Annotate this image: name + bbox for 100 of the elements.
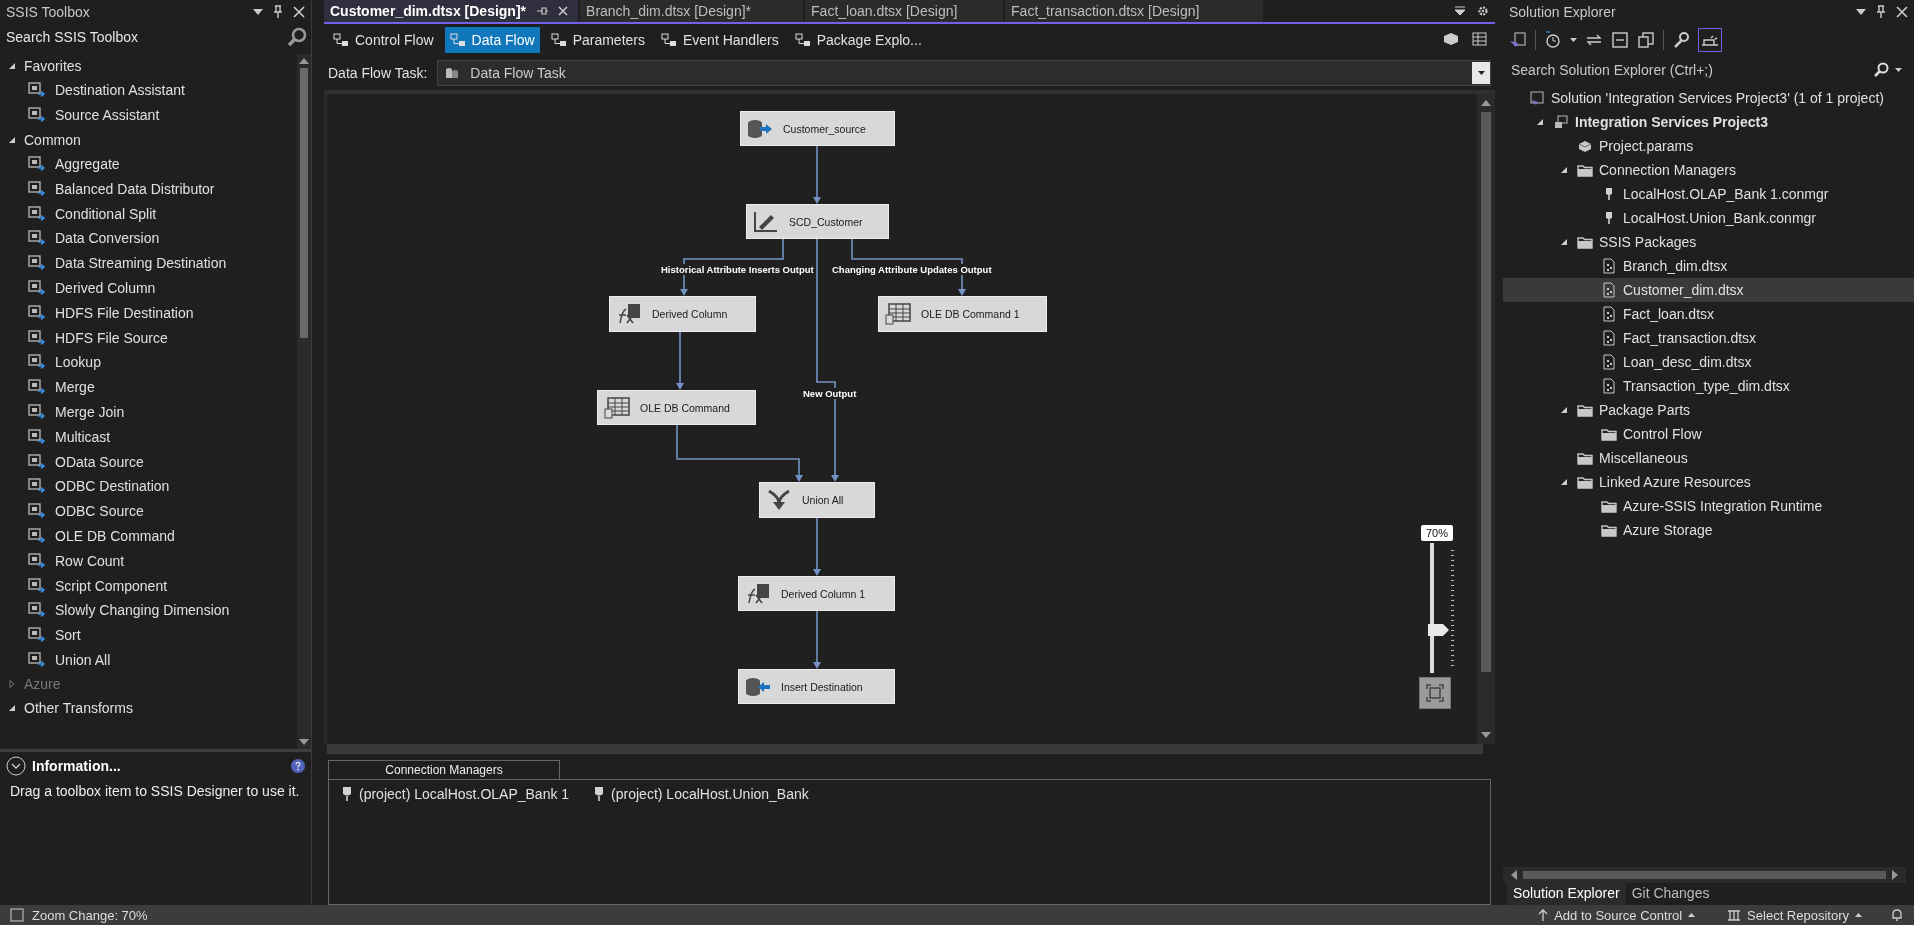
tree-item[interactable]: Project.params bbox=[1503, 134, 1914, 158]
expander-icon[interactable] bbox=[1560, 166, 1568, 174]
dropdown-icon[interactable] bbox=[1455, 6, 1465, 16]
status-button[interactable]: Select Repository bbox=[1723, 907, 1866, 923]
tree-item[interactable]: SSIS Packages bbox=[1503, 230, 1914, 254]
document-tab[interactable]: Customer_dim.dtsx [Design]* bbox=[324, 0, 579, 22]
toolbox-item[interactable]: HDFS File Source bbox=[8, 325, 297, 350]
task-node[interactable]: Derived Column bbox=[609, 296, 756, 332]
scroll-down-icon[interactable] bbox=[1481, 732, 1491, 738]
group-header[interactable]: Common bbox=[8, 127, 297, 152]
scroll-left-icon[interactable] bbox=[1511, 870, 1517, 880]
expander-icon[interactable] bbox=[1536, 118, 1544, 126]
scroll-up-icon[interactable] bbox=[1481, 100, 1491, 106]
status-button[interactable]: Add to Source Control bbox=[1534, 907, 1700, 923]
collapse-icon[interactable] bbox=[6, 756, 26, 776]
tree-item[interactable]: LocalHost.Union_Bank.conmgr bbox=[1503, 206, 1914, 230]
scrollbar[interactable] bbox=[327, 744, 1483, 754]
tree-item[interactable]: Miscellaneous bbox=[1503, 446, 1914, 470]
wrench-icon[interactable] bbox=[1672, 31, 1690, 49]
expander-icon[interactable] bbox=[1560, 406, 1568, 414]
grid-icon[interactable] bbox=[1471, 32, 1487, 48]
tree-item[interactable]: Solution 'Integration Services Project3' (1 of 1 project) bbox=[1503, 86, 1914, 110]
settings-icon[interactable] bbox=[1477, 5, 1489, 17]
help-icon[interactable] bbox=[291, 759, 305, 773]
tree-item[interactable]: Transaction_type_dim.dtsx bbox=[1503, 374, 1914, 398]
scroll-up-icon[interactable] bbox=[299, 58, 309, 64]
designer-tab[interactable]: Package Explo... bbox=[789, 27, 927, 53]
tree-item[interactable]: Fact_loan.dtsx bbox=[1503, 302, 1914, 326]
toolbox-item[interactable]: Derived Column bbox=[8, 275, 297, 301]
document-tab[interactable]: Branch_dim.dtsx [Design]* bbox=[580, 0, 804, 22]
panel-tab[interactable]: Git Changes bbox=[1625, 883, 1716, 905]
tree-item[interactable]: Control Flow bbox=[1503, 422, 1914, 446]
tree-item[interactable]: Branch_dim.dtsx bbox=[1503, 254, 1914, 278]
task-node[interactable]: OLE DB Command 1 bbox=[878, 296, 1047, 332]
toolbox-item[interactable]: OData Source bbox=[8, 449, 297, 474]
toolbox-item[interactable]: Destination Assistant bbox=[8, 78, 297, 103]
toolbox-item[interactable]: Aggregate bbox=[8, 151, 297, 177]
toolbox-item[interactable]: ODBC Source bbox=[8, 498, 297, 524]
search-icon[interactable] bbox=[287, 27, 307, 47]
toolbox-item[interactable]: Conditional Split bbox=[8, 201, 297, 226]
toolbox-item[interactable]: Merge bbox=[8, 374, 297, 400]
expander-icon[interactable] bbox=[8, 135, 16, 144]
dropdown-icon[interactable] bbox=[253, 8, 263, 16]
task-node[interactable]: Insert Destination bbox=[738, 669, 895, 704]
expander-icon[interactable] bbox=[8, 62, 16, 70]
preview-toggle[interactable] bbox=[1698, 28, 1722, 52]
expander-icon[interactable] bbox=[1560, 478, 1568, 486]
tree-item[interactable]: Linked Azure Resources bbox=[1503, 470, 1914, 494]
search-field[interactable]: Search Solution Explorer (Ctrl+;) bbox=[1509, 58, 1867, 82]
toolbox-item[interactable]: ODBC Destination bbox=[8, 473, 297, 499]
designer-tab[interactable]: Parameters bbox=[545, 27, 650, 53]
group-header[interactable]: Favorites bbox=[8, 54, 297, 78]
caret-icon[interactable] bbox=[1895, 68, 1902, 72]
close-icon[interactable] bbox=[293, 6, 305, 18]
task-dropdown[interactable]: Data Flow Task bbox=[437, 60, 1491, 86]
scroll-down-icon[interactable] bbox=[299, 739, 309, 745]
pin-icon[interactable] bbox=[536, 6, 549, 16]
caret-icon[interactable] bbox=[1570, 38, 1577, 42]
toolbox-item[interactable]: Union All bbox=[8, 647, 297, 673]
slider-thumb[interactable] bbox=[1428, 623, 1450, 638]
tree-item[interactable]: LocalHost.OLAP_Bank 1.conmgr bbox=[1503, 182, 1914, 206]
tree-item[interactable]: Package Parts bbox=[1503, 398, 1914, 422]
designer-tab[interactable]: Data Flow bbox=[444, 27, 540, 53]
designer-tab[interactable]: Control Flow bbox=[328, 27, 439, 53]
toolbox-item[interactable]: Source Assistant bbox=[8, 102, 297, 128]
panel-tab[interactable]: Connection Managers bbox=[328, 760, 560, 779]
task-node[interactable]: SCD_Customer bbox=[746, 204, 889, 239]
toolbox-item[interactable]: Slowly Changing Dimension bbox=[8, 597, 297, 623]
document-tab[interactable]: Fact_transaction.dtsx [Design] bbox=[1005, 0, 1264, 22]
task-node[interactable]: Derived Column 1 bbox=[738, 576, 895, 611]
scroll-thumb[interactable] bbox=[300, 68, 308, 338]
scrollbar[interactable] bbox=[1477, 94, 1495, 744]
designer-tab[interactable]: Event Handlers bbox=[656, 27, 784, 53]
toolbox-item[interactable]: OLE DB Command bbox=[8, 523, 297, 549]
collapse-all-icon[interactable] bbox=[1611, 31, 1629, 49]
solution-icon[interactable] bbox=[1509, 31, 1527, 49]
panel-tab[interactable]: Solution Explorer bbox=[1507, 883, 1626, 905]
task-node[interactable]: Union All bbox=[759, 482, 875, 518]
expander-icon[interactable] bbox=[8, 704, 16, 713]
task-node[interactable]: OLE DB Command bbox=[597, 390, 756, 425]
pin-icon[interactable] bbox=[273, 5, 283, 19]
toolbox-item[interactable]: Balanced Data Distributor bbox=[8, 176, 297, 202]
close-icon[interactable] bbox=[1896, 6, 1908, 18]
close-icon[interactable] bbox=[558, 6, 569, 16]
toolbox-item[interactable]: HDFS File Destination bbox=[8, 300, 297, 326]
history-icon[interactable] bbox=[1544, 31, 1562, 49]
toolbox-item[interactable]: Lookup bbox=[8, 349, 297, 375]
connection-item[interactable]: (project) LocalHost.Union_Bank bbox=[593, 786, 809, 802]
tree-item[interactable]: Loan_desc_dim.dtsx bbox=[1503, 350, 1914, 374]
toolbox-item[interactable]: Row Count bbox=[8, 548, 297, 574]
zoom-fit-button[interactable] bbox=[1419, 677, 1451, 709]
tree-item[interactable]: Azure Storage bbox=[1503, 518, 1914, 542]
connection-item[interactable]: (project) LocalHost.OLAP_Bank 1 bbox=[341, 786, 570, 802]
scroll-right-icon[interactable] bbox=[1892, 870, 1898, 880]
tree-item[interactable]: Customer_dim.dtsx bbox=[1503, 278, 1914, 302]
toolbox-item[interactable]: Data Conversion bbox=[8, 226, 297, 251]
search-icon[interactable] bbox=[1873, 62, 1889, 78]
group-header[interactable]: Other Transforms bbox=[8, 696, 297, 721]
tree-item[interactable]: Connection Managers bbox=[1503, 158, 1914, 182]
bell-icon[interactable] bbox=[1890, 908, 1904, 922]
